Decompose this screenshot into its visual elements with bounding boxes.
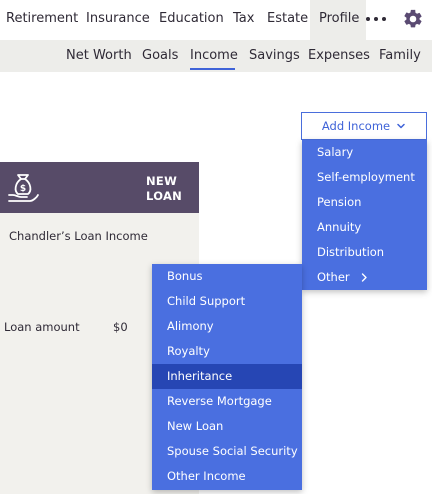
submenu-item-other-income[interactable]: Other Income bbox=[152, 464, 302, 489]
menu-item-salary[interactable]: Salary bbox=[302, 140, 427, 165]
svg-text:$: $ bbox=[20, 184, 26, 194]
sub-nav-item-goals[interactable]: Goals bbox=[142, 40, 178, 72]
sub-nav-item-expenses[interactable]: Expenses bbox=[308, 40, 370, 72]
loan-amount-value: $0 bbox=[113, 320, 128, 334]
chevron-right-icon bbox=[362, 273, 368, 282]
top-nav-item-tax[interactable]: Tax bbox=[233, 0, 254, 40]
sub-nav: Net Worth Goals Income Savings Expenses … bbox=[0, 40, 432, 72]
submenu-item-new-loan[interactable]: New Loan bbox=[152, 414, 302, 439]
submenu-item-reverse-mortgage[interactable]: Reverse Mortgage bbox=[152, 389, 302, 414]
top-nav-item-retirement[interactable]: Retirement bbox=[6, 0, 78, 40]
submenu-item-spouse-social-security[interactable]: Spouse Social Security bbox=[152, 439, 302, 464]
add-income-menu: Salary Self-employment Pension Annuity D… bbox=[302, 140, 427, 290]
top-nav-item-profile[interactable]: Profile bbox=[310, 0, 366, 40]
menu-item-other-label: Other bbox=[317, 270, 350, 284]
submenu-item-royalty[interactable]: Royalty bbox=[152, 339, 302, 364]
loan-card-header: $ NEW LOAN bbox=[0, 162, 199, 213]
top-nav: Retirement Insurance Education Tax Estat… bbox=[0, 0, 432, 40]
add-income-button[interactable]: Add Income bbox=[301, 112, 427, 140]
menu-item-pension[interactable]: Pension bbox=[302, 190, 427, 215]
add-income-label: Add Income bbox=[321, 119, 391, 133]
badge-line-1: NEW bbox=[146, 174, 178, 188]
submenu-item-child-support[interactable]: Child Support bbox=[152, 289, 302, 314]
money-bag-hand-icon: $ bbox=[8, 174, 39, 202]
menu-item-other[interactable]: Other bbox=[302, 265, 427, 290]
chevron-down-icon bbox=[397, 123, 405, 129]
gear-icon[interactable] bbox=[402, 8, 424, 30]
loan-amount-label: Loan amount bbox=[4, 320, 80, 334]
sub-nav-item-savings[interactable]: Savings bbox=[249, 40, 300, 72]
top-nav-item-estate[interactable]: Estate bbox=[267, 0, 308, 40]
sub-nav-item-family[interactable]: Family bbox=[379, 40, 421, 72]
submenu-item-alimony[interactable]: Alimony bbox=[152, 314, 302, 339]
new-loan-badge: NEW LOAN bbox=[146, 174, 192, 204]
other-income-submenu: Bonus Child Support Alimony Royalty Inhe… bbox=[152, 264, 302, 490]
menu-item-self-employment[interactable]: Self-employment bbox=[302, 165, 427, 190]
top-nav-item-insurance[interactable]: Insurance bbox=[86, 0, 150, 40]
more-horizontal-icon[interactable] bbox=[366, 12, 390, 26]
top-nav-item-education[interactable]: Education bbox=[159, 0, 224, 40]
loan-card-title: Chandler’s Loan Income bbox=[9, 229, 148, 243]
badge-line-2: LOAN bbox=[146, 189, 183, 203]
submenu-item-inheritance[interactable]: Inheritance bbox=[152, 364, 302, 389]
submenu-item-bonus[interactable]: Bonus bbox=[152, 264, 302, 289]
sub-nav-item-net-worth[interactable]: Net Worth bbox=[66, 40, 132, 72]
active-tab-underline bbox=[190, 68, 235, 70]
menu-item-distribution[interactable]: Distribution bbox=[302, 240, 427, 265]
menu-item-annuity[interactable]: Annuity bbox=[302, 215, 427, 240]
